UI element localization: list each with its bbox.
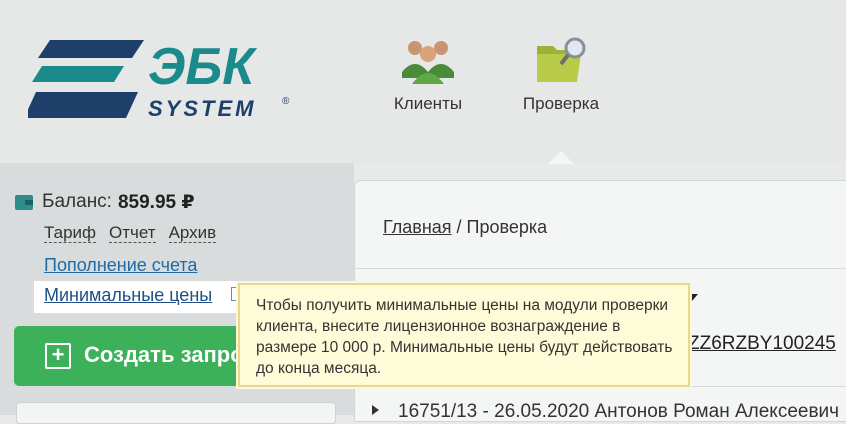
wallet-icon [15, 195, 33, 210]
balance-row: Баланс: 859.95 ₽ [14, 191, 195, 213]
breadcrumb: Главная / Проверка [383, 217, 547, 238]
nav-clients[interactable]: Клиенты [388, 34, 468, 114]
users-icon [402, 41, 454, 84]
nav-active-pointer [548, 151, 574, 164]
app-header: ЭБК SYSTEM ® Клиенты Проверка [0, 0, 846, 163]
plus-icon: + [45, 343, 71, 369]
breadcrumb-current: Проверка [466, 217, 548, 237]
ebk-system-logo[interactable]: ЭБК SYSTEM ® [28, 36, 300, 122]
logo-secondary-text: SYSTEM [148, 96, 256, 121]
logo-primary-text: ЭБК [148, 38, 257, 96]
folder-search-icon [537, 37, 586, 82]
expand-arrow-icon[interactable] [372, 405, 379, 415]
tariff-link[interactable]: Тариф [44, 223, 97, 243]
nav-check-label: Проверка [522, 94, 600, 113]
account-links: Тариф Отчет Архив [44, 223, 229, 243]
min-prices-link[interactable]: Минимальные цены [44, 285, 212, 306]
request-code-link[interactable]: ZZ6RZBY100245 [688, 333, 836, 355]
balance-value: 859.95 ₽ [117, 191, 195, 213]
create-request-label: Создать запрос [84, 342, 256, 367]
archive-link[interactable]: Архив [168, 223, 217, 243]
nav-clients-label: Клиенты [393, 94, 463, 113]
breadcrumb-separator: / [451, 217, 467, 237]
report-link[interactable]: Отчет [109, 223, 156, 243]
topup-link[interactable]: Пополнение счета [44, 255, 197, 276]
logo-registered-mark: ® [282, 96, 290, 107]
nav-check[interactable]: Проверка [515, 34, 607, 114]
request-row[interactable]: 16751/13 - 26.05.2020 Антонов Роман Алек… [398, 401, 839, 423]
balance-label: Баланс: [42, 191, 112, 212]
main-divider [355, 268, 846, 269]
sidebar-card [16, 402, 336, 424]
min-prices-tooltip: Чтобы получить минимальные цены на модул… [238, 283, 690, 387]
breadcrumb-home[interactable]: Главная [383, 217, 452, 237]
tooltip-text: Чтобы получить минимальные цены на модул… [256, 297, 673, 377]
